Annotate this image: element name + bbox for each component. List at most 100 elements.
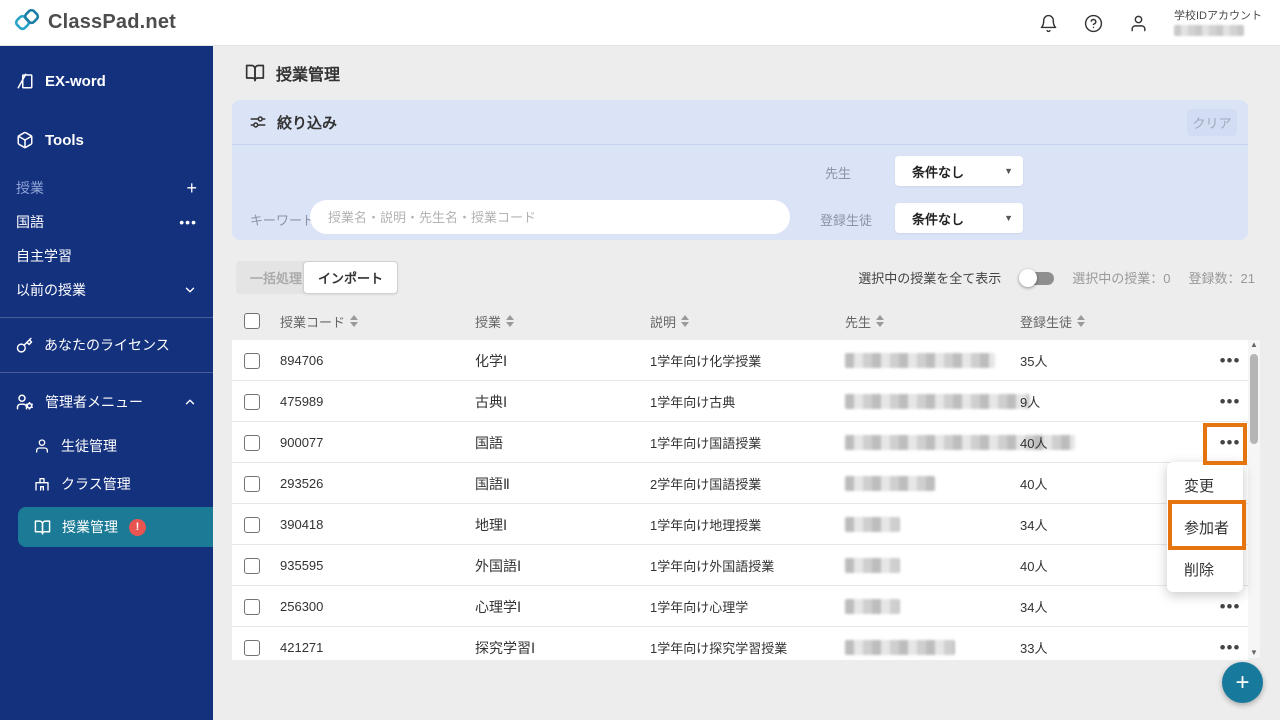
row-actions-kebab-icon[interactable]: •••: [1208, 422, 1248, 463]
sort-icon[interactable]: [681, 315, 690, 327]
divider: [0, 372, 213, 373]
column-header-subject[interactable]: 授業: [475, 302, 515, 340]
caret-down-icon: ▼: [1004, 166, 1013, 176]
column-header-code[interactable]: 授業コード: [280, 302, 359, 340]
table-row[interactable]: 935595 外国語Ⅰ 1学年向け外国語授業 40人 •••: [232, 545, 1248, 586]
open-book-icon: [34, 519, 51, 536]
teacher-name-redacted: [845, 517, 900, 532]
row-checkbox[interactable]: [244, 598, 260, 615]
row-checkbox[interactable]: [244, 393, 260, 410]
sidebar-label: Tools: [45, 131, 84, 149]
teacher-name-redacted: [845, 599, 900, 614]
row-checkbox[interactable]: [244, 639, 260, 656]
add-lesson-icon[interactable]: +: [186, 179, 197, 197]
chevron-up-icon: [183, 395, 197, 409]
lesson-code: 390418: [280, 517, 324, 532]
sort-icon[interactable]: [876, 315, 885, 327]
divider: [0, 317, 213, 318]
row-checkbox[interactable]: [244, 557, 260, 574]
student-count: 40人: [1020, 477, 1048, 492]
row-checkbox[interactable]: [244, 434, 260, 451]
filter-title: 絞り込み: [277, 114, 338, 132]
lesson-name: 外国語Ⅰ: [475, 557, 522, 574]
teacher-filter-dropdown[interactable]: 条件なし ▼: [895, 156, 1023, 186]
topbar-actions: 学校IDアカウント: [1039, 0, 1262, 46]
sidebar-item-admin-menu[interactable]: 管理者メニュー: [0, 383, 213, 421]
scrollbar-thumb[interactable]: [1250, 354, 1258, 444]
row-actions-kebab-icon[interactable]: •••: [1208, 381, 1248, 422]
sidebar-item-lesson-management-active[interactable]: 授業管理 !: [18, 507, 213, 547]
lesson-description: 1学年向け化学授業: [650, 354, 762, 369]
toolbar-right: 選択中の授業を全て表示 選択中の授業：0 登録数：21: [858, 261, 1255, 294]
table-row[interactable]: 390418 地理Ⅰ 1学年向け地理授業 34人 •••: [232, 504, 1248, 545]
table-row[interactable]: 900077 国語 1学年向け国語授業 40人 •••: [232, 422, 1248, 463]
link-chain-logo-icon: [14, 9, 40, 35]
help-icon[interactable]: [1084, 14, 1103, 33]
students-filter-dropdown[interactable]: 条件なし ▼: [895, 203, 1023, 233]
table-header: 授業コード 授業 説明 先生 登録生徒: [232, 302, 1248, 340]
scroll-down-arrow-icon[interactable]: ▼: [1250, 648, 1258, 658]
column-header-teacher[interactable]: 先生: [845, 302, 885, 340]
show-selected-toggle[interactable]: [1019, 268, 1055, 287]
lesson-description: 1学年向け古典: [650, 395, 736, 410]
bell-icon[interactable]: [1039, 14, 1058, 33]
add-lesson-fab[interactable]: +: [1222, 662, 1263, 703]
import-button[interactable]: インポート: [303, 261, 399, 294]
row-actions-kebab-icon[interactable]: •••: [1208, 586, 1248, 627]
table-row[interactable]: 256300 心理学Ⅰ 1学年向け心理学 34人 •••: [232, 586, 1248, 627]
teacher-name-redacted: [845, 394, 1030, 409]
select-all-checkbox[interactable]: [244, 313, 260, 329]
teacher-name-redacted: [845, 640, 955, 655]
teacher-filter-label: 先生: [825, 166, 852, 181]
row-checkbox[interactable]: [244, 352, 260, 369]
table-row[interactable]: 293526 国語Ⅱ 2学年向け国語授業 40人 •••: [232, 463, 1248, 504]
row-actions-kebab-icon[interactable]: •••: [1208, 627, 1248, 660]
sidebar-item-kokugo[interactable]: 国語 •••: [0, 205, 213, 239]
key-icon: [16, 337, 33, 354]
filter-sliders-icon: [249, 113, 267, 131]
sidebar-item-self-study[interactable]: 自主学習: [0, 239, 213, 273]
row-checkbox[interactable]: [244, 516, 260, 533]
keyword-search-input[interactable]: [310, 200, 790, 234]
account-info[interactable]: 学校IDアカウント: [1174, 10, 1262, 36]
row-checkbox[interactable]: [244, 475, 260, 492]
lesson-code: 293526: [280, 476, 324, 491]
table-row[interactable]: 475989 古典Ⅰ 1学年向け古典 9人 •••: [232, 381, 1248, 422]
context-menu-item[interactable]: 変更: [1167, 464, 1243, 506]
sidebar-item-previous-lessons[interactable]: 以前の授業: [0, 273, 213, 307]
sidebar-item-ex-word[interactable]: EX-word: [0, 58, 213, 104]
sidebar-item-class-management[interactable]: クラス管理: [0, 465, 213, 503]
table-row[interactable]: 894706 化学Ⅰ 1学年向け化学授業 35人 •••: [232, 340, 1248, 381]
table-scrollbar[interactable]: ▲ ▼: [1248, 340, 1260, 658]
lesson-name: 古典Ⅰ: [475, 393, 508, 410]
user-icon[interactable]: [1129, 14, 1148, 33]
sidebar-item-tools[interactable]: Tools: [0, 117, 213, 163]
open-book-icon: [245, 63, 265, 83]
lesson-name: 国語: [475, 434, 503, 451]
person-icon: [34, 438, 50, 454]
toolbox-icon: [16, 131, 34, 149]
students-filter-label: 登録生徒: [820, 213, 873, 228]
sort-icon[interactable]: [350, 315, 359, 327]
clear-filter-button[interactable]: クリア: [1187, 109, 1237, 136]
context-menu-item[interactable]: 参加者: [1167, 506, 1243, 548]
sort-icon[interactable]: [506, 315, 515, 327]
scroll-up-arrow-icon[interactable]: ▲: [1250, 340, 1258, 350]
column-header-description[interactable]: 説明: [650, 302, 690, 340]
sidebar-label: 国語: [16, 214, 44, 230]
sidebar-label: 生徒管理: [61, 438, 117, 454]
sidebar-item-your-license[interactable]: あなたのライセンス: [0, 328, 213, 362]
sort-icon[interactable]: [1077, 315, 1086, 327]
context-menu-item[interactable]: 削除: [1167, 548, 1243, 590]
table-row[interactable]: 421271 探究学習Ⅰ 1学年向け探究学習授業 33人 •••: [232, 627, 1248, 660]
account-name-redacted: [1174, 24, 1244, 36]
column-header-students[interactable]: 登録生徒: [1020, 302, 1086, 340]
sidebar-item-student-management[interactable]: 生徒管理: [0, 427, 213, 465]
row-actions-kebab-icon[interactable]: •••: [1208, 340, 1248, 381]
selected-count: 選択中の授業：0: [1072, 271, 1171, 286]
kebab-menu-icon[interactable]: •••: [179, 215, 197, 229]
toggle-knob: [1019, 268, 1038, 287]
keyword-label: キーワード: [250, 213, 316, 228]
student-count: 9人: [1020, 395, 1041, 410]
classpad-logo[interactable]: ClassPad.net: [14, 9, 176, 35]
